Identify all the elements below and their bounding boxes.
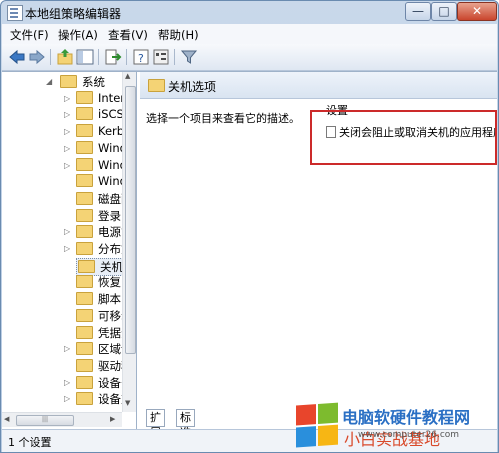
tab-extended[interactable]: 扩展 [146, 409, 165, 439]
window: 本地组策略编辑器 — □ ✕ 文件(F) 操作(A) 查看(V) 帮助(H) ? [0, 0, 499, 453]
show-hide-tree-icon[interactable] [76, 48, 94, 66]
expand-arrow-icon[interactable]: ▷ [64, 161, 70, 170]
folder-icon [76, 308, 93, 322]
watermark-line1: 电脑软硬件教程网 [342, 408, 471, 427]
folder-icon [76, 342, 93, 356]
tab-standard[interactable]: 标准 [176, 409, 195, 439]
folder-icon [76, 90, 93, 104]
scroll-right-icon[interactable]: ▶ [110, 415, 115, 423]
forward-arrow-icon[interactable] [28, 48, 46, 66]
folder-icon [76, 208, 93, 222]
expand-arrow-icon[interactable]: ▷ [64, 127, 70, 136]
minimize-button[interactable]: — [405, 2, 431, 21]
toolbar: ? [2, 44, 497, 71]
folder-icon [76, 358, 93, 372]
properties-icon[interactable] [152, 48, 170, 66]
folder-icon [76, 392, 93, 406]
up-folder-icon[interactable] [56, 48, 74, 66]
folder-icon [148, 79, 165, 92]
expand-arrow-icon[interactable]: ▷ [64, 244, 70, 253]
windows-logo-icon [296, 402, 340, 449]
maximize-button[interactable]: □ [431, 2, 457, 21]
help-icon[interactable]: ? [132, 48, 150, 66]
filter-icon[interactable] [180, 48, 198, 66]
app-icon [7, 5, 23, 21]
export-list-icon[interactable] [104, 48, 122, 66]
folder-icon [60, 75, 77, 88]
expand-arrow-icon[interactable]: ▷ [64, 394, 70, 403]
menu-bar: 文件(F) 操作(A) 查看(V) 帮助(H) [2, 24, 497, 44]
expand-arrow-icon[interactable]: ▷ [64, 378, 70, 387]
folder-icon [76, 174, 93, 188]
folder-icon [76, 325, 93, 339]
folder-icon [76, 157, 93, 171]
expand-arrow-icon[interactable]: ▷ [64, 94, 70, 103]
h-scroll-thumb[interactable]: ||| [16, 415, 74, 426]
details-pane: 关机选项 选择一个项目来查看它的描述。 设置 关闭会阻止或取消关机的应用程序的自… [140, 72, 497, 439]
status-text: 1 个设置 [8, 436, 52, 449]
svg-text:?: ? [138, 52, 144, 65]
watermark-url: www.computer26.com [358, 430, 460, 440]
tree-horizontal-scrollbar[interactable]: ◀ ||| ▶ [2, 412, 122, 427]
expand-arrow-icon[interactable]: ▷ [64, 144, 70, 153]
menu-file[interactable]: 文件(F) [10, 27, 49, 43]
folder-icon [76, 191, 93, 205]
folder-icon [78, 259, 95, 273]
folder-icon [76, 292, 93, 306]
expand-arrow-icon[interactable]: ▷ [64, 344, 70, 353]
collapse-arrow-icon[interactable]: ◢ [46, 77, 52, 86]
expand-arrow-icon[interactable]: ▷ [64, 227, 70, 236]
scroll-down-icon[interactable]: ▼ [125, 399, 130, 407]
tree-pane: ◢ 系统 ▷ Intern ▷ iSCSI ▷ Kerbe ▷ Windo ▷ Windo Wind… [2, 72, 137, 429]
scroll-up-icon[interactable]: ▲ [125, 72, 130, 80]
folder-icon [76, 375, 93, 389]
folder-icon [76, 275, 93, 289]
scroll-thumb[interactable] [125, 86, 136, 354]
menu-help[interactable]: 帮助(H) [158, 27, 199, 43]
folder-icon [76, 107, 93, 121]
folder-icon [76, 242, 93, 255]
back-arrow-icon[interactable] [8, 48, 26, 66]
folder-icon [76, 140, 93, 154]
main-area: ◢ 系统 ▷ Intern ▷ iSCSI ▷ Kerbe ▷ Windo ▷ Windo Wind… [2, 71, 497, 439]
expand-arrow-icon[interactable]: ▷ [64, 110, 70, 119]
details-title: 关机选项 [168, 80, 217, 94]
title-bar: 本地组策略编辑器 — □ ✕ [1, 1, 498, 23]
close-button[interactable]: ✕ [457, 2, 497, 21]
tree-vertical-scrollbar[interactable]: ▲ ▼ [122, 72, 136, 412]
menu-view[interactable]: 查看(V) [108, 27, 148, 43]
description-text: 选择一个项目来查看它的描述。 [146, 112, 300, 125]
watermark: 电脑软硬件教程网 小白实战基地 www.computer26.com [296, 402, 496, 450]
folder-icon [76, 124, 93, 138]
folder-icon [76, 225, 93, 239]
highlight-box [310, 110, 497, 165]
menu-action[interactable]: 操作(A) [58, 27, 98, 43]
scroll-left-icon[interactable]: ◀ [4, 415, 9, 423]
details-header: 关机选项 [140, 72, 497, 99]
window-title: 本地组策略编辑器 [25, 7, 122, 21]
